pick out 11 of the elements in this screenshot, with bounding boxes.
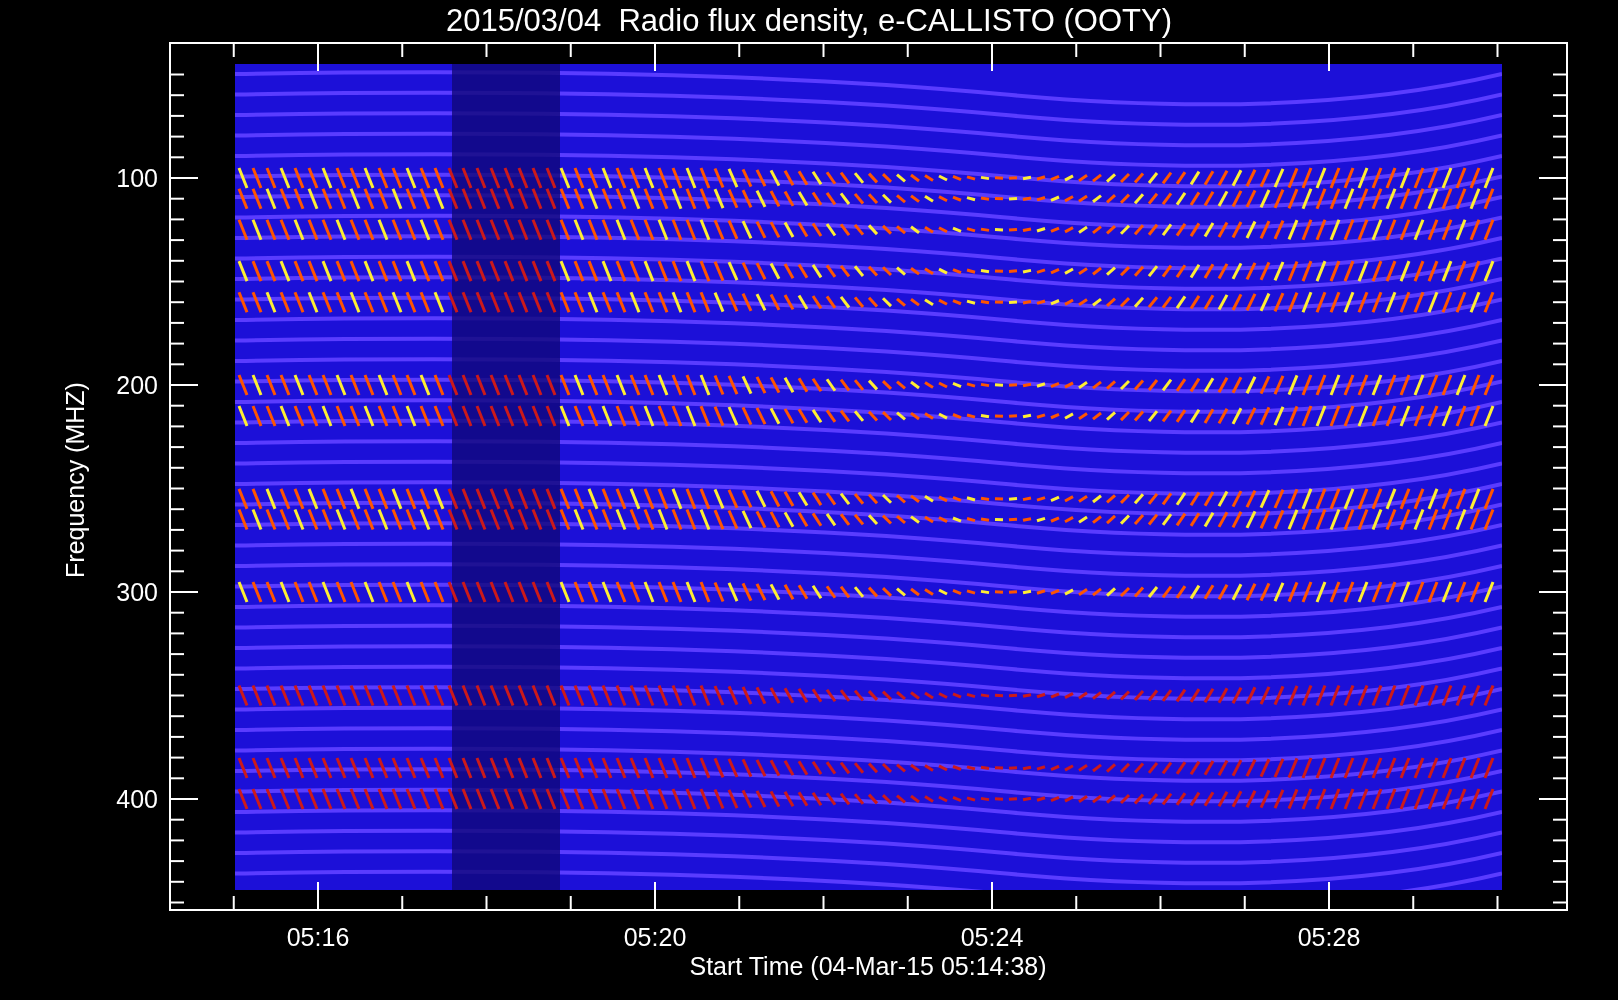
- x-tick-label: 05:16: [286, 923, 350, 951]
- chart-title: 2015/03/04 Radio flux density, e-CALLISTO (OOTY): [446, 3, 1172, 38]
- y-tick-label: 100: [116, 164, 158, 192]
- x-tick-label: 05:20: [623, 923, 687, 951]
- y-tick-label: 400: [116, 785, 158, 813]
- x-tick-label: 05:24: [960, 923, 1024, 951]
- y-tick-label: 200: [116, 371, 158, 399]
- x-axis-label: Start Time (04-Mar-15 05:14:38): [689, 952, 1047, 980]
- x-tick-label: 05:28: [1297, 923, 1361, 951]
- y-tick-label: 300: [116, 578, 158, 606]
- y-axis-label: Frequency (MHZ): [61, 382, 89, 578]
